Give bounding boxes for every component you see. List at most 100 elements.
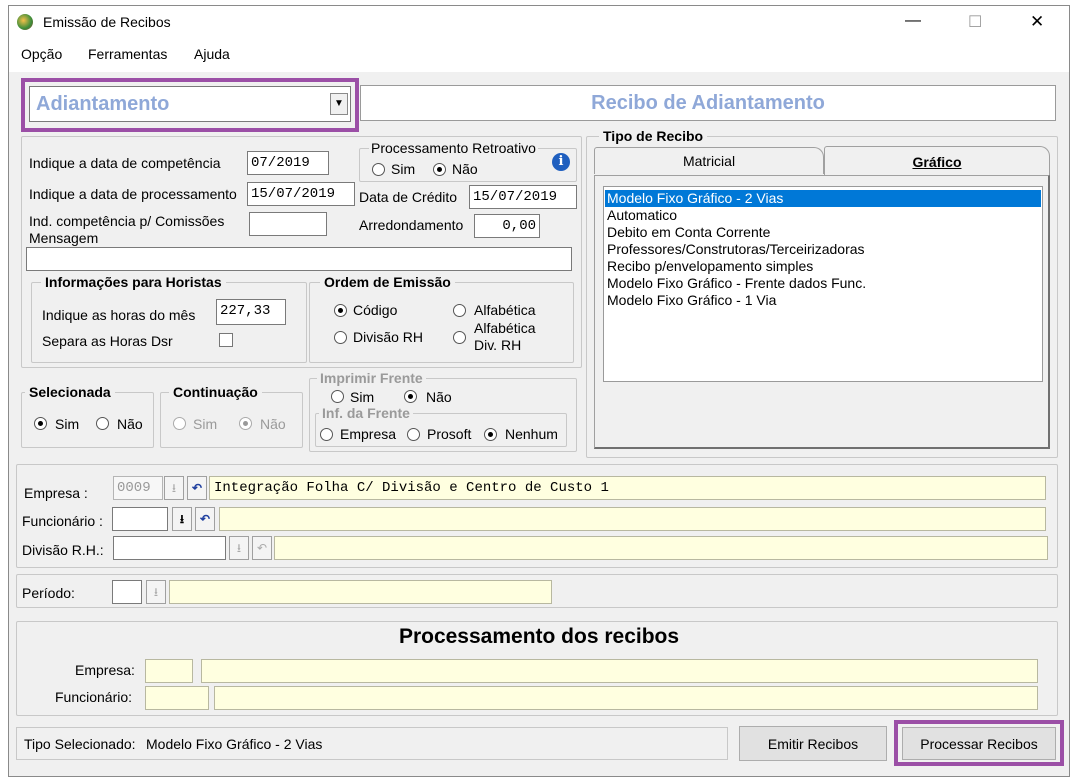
list-item[interactable]: Modelo Fixo Gráfico - 2 Vias: [605, 190, 1041, 207]
window-title: Emissão de Recibos: [43, 14, 171, 30]
mensagem-input[interactable]: [26, 247, 572, 271]
arredondamento-input[interactable]: 0,00: [474, 214, 540, 238]
ordem-codigo-label: Código: [353, 302, 398, 318]
comissoes-input[interactable]: [249, 212, 327, 236]
ordem-codigo-radio[interactable]: [334, 304, 347, 317]
mensagem-label: Mensagem: [29, 230, 99, 246]
dsr-checkbox[interactable]: [219, 333, 233, 347]
download-icon[interactable]: ⭳: [172, 507, 192, 531]
credito-input[interactable]: 15/07/2019: [469, 185, 577, 209]
download-icon[interactable]: ⭳: [229, 536, 249, 560]
inf-frente-nenhum-label: Nenhum: [505, 426, 558, 442]
imprimir-frente-sim-label: Sim: [350, 389, 375, 405]
continuacao-sim-label: Sim: [193, 416, 218, 432]
empresa-code-input[interactable]: 0009: [113, 476, 163, 500]
minimize-button[interactable]: —: [905, 12, 921, 30]
ordem-divisao-radio[interactable]: [334, 331, 347, 344]
selecionada-nao-radio[interactable]: [96, 417, 109, 430]
funcionario-name-field[interactable]: [219, 507, 1046, 531]
proc-empresa-label: Empresa:: [75, 662, 135, 678]
horistas-title: Informações para Horistas: [41, 274, 226, 290]
list-item[interactable]: Debito em Conta Corrente: [607, 224, 770, 241]
tab-grafico[interactable]: Gráfico: [824, 146, 1050, 176]
close-button[interactable]: ✕: [1030, 12, 1044, 32]
continuacao-sim-radio[interactable]: [173, 417, 186, 430]
retroativo-nao-label: Não: [452, 161, 478, 177]
ordem-title: Ordem de Emissão: [320, 274, 455, 290]
dsr-label: Separa as Horas Dsr: [42, 333, 173, 349]
emitir-recibos-button[interactable]: Emitir Recibos: [739, 726, 887, 761]
info-icon[interactable]: i: [552, 153, 570, 171]
divisao-name-field[interactable]: [274, 536, 1048, 560]
empresa-name-field[interactable]: Integração Folha C/ Divisão e Centro de …: [209, 476, 1046, 500]
horas-label: Indique as horas do mês: [42, 307, 196, 323]
undo-icon[interactable]: ↶: [187, 476, 207, 500]
ordem-alfabetica-label: Alfabética: [474, 302, 536, 318]
inf-frente-empresa-radio[interactable]: [320, 428, 333, 441]
inf-frente-title: Inf. da Frente: [319, 405, 413, 421]
credito-label: Data de Crédito: [359, 189, 458, 205]
main-window: Emissão de Recibos — ☐ ✕ Opção Ferrament…: [8, 5, 1070, 777]
status-label: Tipo Selecionado:: [24, 736, 136, 752]
funcionario-code-input[interactable]: [112, 507, 168, 531]
maximize-button[interactable]: ☐: [968, 12, 982, 32]
ordem-alfabetica-radio[interactable]: [453, 304, 466, 317]
processamento-title: Processamento dos recibos: [398, 625, 680, 648]
divisao-code-input[interactable]: [113, 536, 226, 560]
processar-recibos-button[interactable]: Processar Recibos: [902, 727, 1056, 760]
selecionada-sim-radio[interactable]: [34, 417, 47, 430]
inf-frente-prosoft-label: Prosoft: [427, 426, 472, 442]
retroativo-nao-radio[interactable]: [433, 163, 446, 176]
inf-frente-empresa-label: Empresa: [340, 426, 397, 442]
undo-icon[interactable]: ↶: [252, 536, 272, 560]
proc-empresa-name: [201, 659, 1038, 683]
imprimir-frente-sim-radio[interactable]: [331, 390, 344, 403]
competencia-input[interactable]: 07/2019: [247, 151, 329, 175]
menu-ajuda[interactable]: Ajuda: [194, 46, 230, 62]
selecionada-nao-label: Não: [117, 416, 143, 432]
emitir-recibos-label: Emitir Recibos: [767, 736, 859, 752]
ordem-alfabetica-div-radio[interactable]: [453, 331, 466, 344]
undo-icon[interactable]: ↶: [195, 507, 215, 531]
retroativo-sim-label: Sim: [391, 161, 416, 177]
status-value: Modelo Fixo Gráfico - 2 Vias: [146, 736, 323, 752]
recibo-heading-box: Recibo de Adiantamento: [360, 85, 1056, 121]
imprimir-frente-nao-radio[interactable]: [404, 390, 417, 403]
proc-funcionario-code: [145, 686, 209, 710]
arredondamento-label: Arredondamento: [359, 217, 464, 233]
retroativo-title: Processamento Retroativo: [369, 140, 538, 156]
inf-frente-nenhum-radio[interactable]: [484, 428, 497, 441]
inf-frente-prosoft-radio[interactable]: [407, 428, 420, 441]
recibo-type-select[interactable]: Adiantamento ▼: [29, 86, 351, 122]
recibo-heading: Recibo de Adiantamento: [591, 92, 825, 114]
list-item[interactable]: Automatico: [607, 207, 677, 224]
download-icon[interactable]: ⭳: [146, 580, 166, 604]
processamento-label: Indique a data de processamento: [29, 186, 237, 202]
list-item[interactable]: Professores/Construtoras/Terceirizadoras: [607, 241, 865, 258]
horas-input[interactable]: 227,33: [216, 299, 286, 325]
periodo-field[interactable]: [169, 580, 552, 604]
proc-empresa-code: [145, 659, 193, 683]
imprimir-frente-title: Imprimir Frente: [317, 370, 426, 386]
selecionada-sim-label: Sim: [55, 416, 80, 432]
retroativo-sim-radio[interactable]: [372, 163, 385, 176]
continuacao-nao-label: Não: [260, 416, 286, 432]
tab-matricial[interactable]: Matricial: [594, 147, 824, 174]
continuacao-nao-radio[interactable]: [239, 417, 252, 430]
title-bar: Emissão de Recibos — ☐ ✕: [9, 6, 1069, 38]
empresa-name-value: Integração Folha C/ Divisão e Centro de …: [214, 480, 609, 496]
chevron-down-icon[interactable]: ▼: [330, 93, 348, 115]
proc-funcionario-name: [214, 686, 1038, 710]
list-item[interactable]: Modelo Fixo Gráfico - Frente dados Func.: [607, 275, 866, 292]
ordem-divisao-label: Divisão RH: [353, 329, 424, 345]
continuacao-title: Continuação: [169, 384, 262, 400]
processamento-input[interactable]: 15/07/2019: [247, 182, 355, 206]
menu-ferramentas[interactable]: Ferramentas: [88, 46, 167, 62]
tab-grafico-label: Gráfico: [912, 154, 962, 170]
recibo-model-list[interactable]: Modelo Fixo Gráfico - 2 Vias Automatico …: [603, 186, 1043, 382]
list-item[interactable]: Recibo p/envelopamento simples: [607, 258, 813, 275]
list-item[interactable]: Modelo Fixo Gráfico - 1 Via: [607, 292, 776, 309]
menu-opcao[interactable]: Opção: [21, 46, 62, 62]
periodo-code-input[interactable]: [112, 580, 142, 604]
download-icon[interactable]: ⭳: [164, 476, 184, 500]
